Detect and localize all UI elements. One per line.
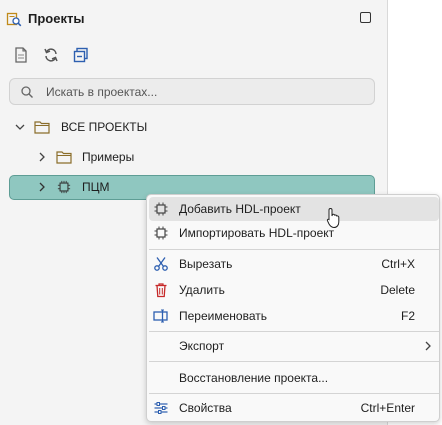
chevron-right-icon[interactable]	[36, 151, 48, 163]
menu-item-cut[interactable]: Вырезать Ctrl+X	[149, 252, 439, 276]
panel-header: Проекты	[0, 0, 388, 38]
menu-item-label: Добавить HDL-проект	[179, 202, 301, 216]
project-search	[9, 78, 375, 105]
folder-icon	[34, 121, 50, 134]
chip-import-icon	[154, 226, 168, 240]
menu-item-label: Экспорт	[179, 339, 225, 353]
maximize-button[interactable]	[360, 12, 371, 23]
menu-item-restore-project[interactable]: Восстановление проекта...	[149, 366, 439, 390]
trash-icon	[155, 283, 167, 298]
sliders-icon	[154, 402, 168, 414]
new-file-button[interactable]	[12, 46, 30, 64]
search-icon	[21, 86, 33, 98]
menu-item-export[interactable]: Экспорт	[149, 334, 439, 358]
chevron-right-icon[interactable]	[36, 181, 48, 193]
scissors-icon	[154, 257, 168, 271]
menu-item-shortcut: F2	[400, 309, 415, 323]
menu-item-delete[interactable]: Удалить Delete	[149, 278, 439, 302]
tree-item-label: ПЦМ	[82, 180, 110, 194]
panel-title: Проекты	[28, 11, 85, 26]
menu-item-label: Импортировать HDL-проект	[179, 226, 335, 240]
menu-item-label: Свойства	[179, 401, 232, 415]
menu-item-import-hdl-project[interactable]: Импортировать HDL-проект	[149, 221, 439, 245]
tree-item-pcm[interactable]: ПЦМ	[36, 175, 110, 199]
menu-separator	[149, 331, 439, 332]
collapse-all-icon	[73, 47, 88, 63]
search-input[interactable]	[46, 82, 366, 102]
menu-item-label: Переименовать	[179, 309, 267, 323]
refresh-button[interactable]	[42, 46, 60, 64]
tree-item-label: Примеры	[82, 150, 135, 164]
mouse-cursor-icon	[326, 207, 340, 229]
refresh-icon	[44, 48, 58, 62]
context-menu: Добавить HDL-проект Импортировать HDL-пр…	[146, 194, 440, 422]
menu-separator	[149, 249, 439, 250]
menu-separator	[149, 361, 439, 362]
menu-item-shortcut: Delete	[380, 283, 415, 297]
new-file-icon	[15, 47, 27, 63]
chip-add-icon	[154, 202, 168, 216]
chevron-right-icon	[425, 341, 431, 351]
folder-icon	[56, 151, 72, 164]
chip-icon	[57, 180, 71, 194]
menu-separator	[149, 393, 439, 394]
rename-icon	[153, 309, 168, 323]
menu-item-properties[interactable]: Свойства Ctrl+Enter	[149, 396, 439, 420]
projects-search-icon	[6, 12, 22, 27]
menu-item-rename[interactable]: Переименовать F2	[149, 304, 439, 328]
menu-item-label: Вырезать	[179, 257, 233, 271]
menu-item-shortcut: Ctrl+Enter	[360, 401, 415, 415]
menu-item-shortcut: Ctrl+X	[381, 257, 415, 271]
menu-item-label: Восстановление проекта...	[179, 371, 329, 385]
tree-item-examples[interactable]: Примеры	[36, 145, 134, 169]
menu-item-add-hdl-project[interactable]: Добавить HDL-проект	[149, 197, 439, 221]
collapse-all-button[interactable]	[72, 46, 90, 64]
chevron-down-icon[interactable]	[14, 121, 26, 133]
tree-root-all-projects[interactable]: ВСЕ ПРОЕКТЫ	[14, 115, 147, 139]
menu-item-label: Удалить	[179, 283, 225, 297]
tree-root-label: ВСЕ ПРОЕКТЫ	[61, 120, 148, 134]
